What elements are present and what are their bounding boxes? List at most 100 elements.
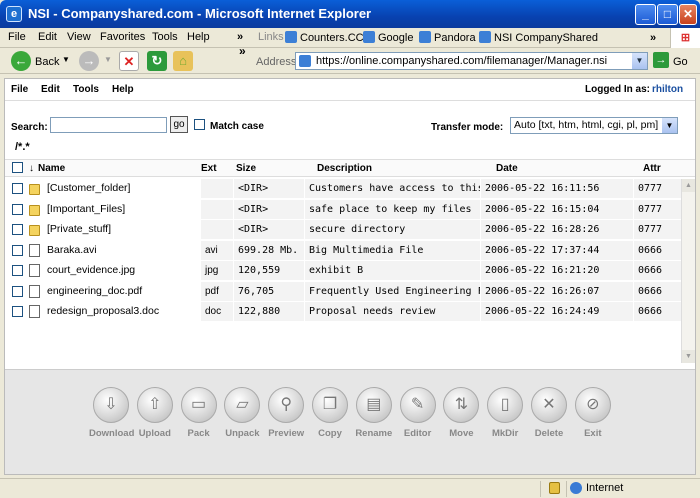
exit-button[interactable]: ⊘ Exit: [571, 387, 615, 439]
forward-dropdown-icon[interactable]: ▼: [104, 55, 112, 64]
file-name[interactable]: [Important_Files]: [43, 200, 200, 219]
pack-button[interactable]: ▭ Pack: [177, 387, 221, 439]
menu-chevron-icon[interactable]: »: [237, 31, 243, 43]
row-checkbox[interactable]: [12, 265, 23, 276]
download-button[interactable]: ⇩ Download: [89, 387, 134, 439]
row-checkbox[interactable]: [12, 306, 23, 317]
upload-icon: ⇧: [136, 387, 173, 423]
dropdown-arrow-icon[interactable]: ▼: [662, 118, 677, 133]
row-checkbox[interactable]: [12, 244, 23, 256]
links-chevron-icon[interactable]: »: [650, 28, 656, 48]
link-nsi-label: NSI CompanyShared: [494, 32, 598, 44]
row-checkbox[interactable]: [12, 183, 23, 194]
transfer-mode-select[interactable]: Auto [txt, htm, html, cgi, pl, pm] ▼: [510, 117, 678, 134]
menu-favorites[interactable]: Favorites: [100, 31, 145, 43]
table-row[interactable]: redesign_proposal3.doc doc 122,880 Proposal…: [5, 302, 681, 322]
minimize-button[interactable]: _: [635, 4, 656, 25]
file-name[interactable]: Baraka.avi: [43, 241, 200, 260]
editor-button[interactable]: ✎ Editor: [396, 387, 440, 439]
search-go-button[interactable]: go: [170, 116, 188, 133]
link-google-label: Google: [378, 32, 414, 44]
menu-view[interactable]: View: [67, 31, 91, 43]
menu-help[interactable]: Help: [187, 31, 210, 43]
mkdir-button[interactable]: ▯ MkDir: [483, 387, 527, 439]
stop-icon[interactable]: ✕: [119, 51, 139, 71]
scrollbar[interactable]: ▲ ▼: [681, 179, 695, 363]
transfer-mode-value: Auto [txt, htm, html, cgi, pl, pm]: [514, 119, 659, 131]
mkdir-icon: ▯: [487, 387, 524, 423]
select-all-checkbox[interactable]: [12, 162, 23, 173]
close-button[interactable]: ✕: [679, 4, 697, 25]
file-size: 122,880: [234, 302, 304, 321]
refresh-icon[interactable]: ↻: [147, 51, 167, 71]
col-size[interactable]: Size: [236, 163, 256, 174]
status-zone: Internet: [586, 482, 624, 494]
file-name[interactable]: [Private_stuff]: [43, 220, 200, 239]
col-date[interactable]: Date: [496, 163, 518, 174]
table-row[interactable]: [Customer_folder] <DIR> Customers have acc…: [5, 179, 681, 199]
file-date: 2006-05-22 16:24:49: [481, 302, 633, 321]
file-name[interactable]: court_evidence.jpg: [43, 261, 200, 280]
page-icon: [363, 31, 375, 43]
app-menu-edit[interactable]: Edit: [41, 84, 60, 95]
link-nsi[interactable]: NSI CompanyShared: [479, 28, 598, 48]
app-menu-help[interactable]: Help: [112, 84, 134, 95]
maximize-button[interactable]: □: [657, 4, 678, 25]
table-row[interactable]: [Important_Files] <DIR> safe place to keep…: [5, 199, 681, 220]
delete-button[interactable]: ✕ Delete: [527, 387, 571, 439]
sort-arrow-icon[interactable]: ↓: [29, 163, 34, 174]
link-pandora[interactable]: Pandora: [419, 28, 476, 48]
row-checkbox[interactable]: [12, 285, 23, 297]
back-dropdown-icon[interactable]: ▼: [62, 55, 70, 64]
back-label[interactable]: Back: [35, 56, 59, 68]
menu-tools[interactable]: Tools: [152, 31, 178, 43]
file-name[interactable]: redesign_proposal3.doc: [43, 302, 200, 321]
table-row[interactable]: [Private_stuff] <DIR> secure directory 2006…: [5, 220, 681, 240]
action-label: Delete: [534, 428, 564, 439]
back-arrow-icon[interactable]: ←: [11, 51, 31, 71]
move-icon: ⇅: [443, 387, 480, 423]
copy-button[interactable]: ❐ Copy: [308, 387, 352, 439]
image-file-icon: [29, 264, 40, 277]
col-description[interactable]: Description: [317, 163, 372, 174]
menu-file[interactable]: File: [8, 31, 26, 43]
logged-in-user[interactable]: rhilton: [652, 84, 683, 95]
forward-arrow-icon[interactable]: →: [79, 51, 99, 71]
upload-button[interactable]: ⇧ Upload: [133, 387, 177, 439]
rename-button[interactable]: ▤ Rename: [352, 387, 396, 439]
unpack-button[interactable]: ▱ Unpack: [220, 387, 264, 439]
folder-icon: [29, 225, 40, 236]
file-date: 2006-05-22 16:21:20: [481, 261, 633, 280]
go-arrow-icon[interactable]: →: [653, 52, 669, 68]
row-checkbox[interactable]: [12, 224, 23, 235]
menu-edit[interactable]: Edit: [38, 31, 57, 43]
app-menu-file[interactable]: File: [11, 84, 28, 95]
address-dropdown-icon[interactable]: ▼: [632, 53, 647, 69]
col-attr[interactable]: Attr: [643, 163, 661, 174]
scroll-down-icon[interactable]: ▼: [682, 350, 695, 363]
table-row[interactable]: Baraka.avi avi 699.28 Mb. Big Multimedia Fi…: [5, 240, 681, 261]
toolbar-chevron-icon[interactable]: »: [239, 44, 246, 58]
move-button[interactable]: ⇅ Move: [439, 387, 483, 439]
link-google[interactable]: Google: [363, 28, 413, 48]
home-icon[interactable]: ⌂: [173, 51, 193, 71]
address-bar[interactable]: https://online.companyshared.com/fileman…: [295, 52, 648, 70]
file-description: exhibit B: [305, 261, 480, 280]
scroll-up-icon[interactable]: ▲: [682, 179, 695, 192]
match-case-checkbox[interactable]: [194, 119, 205, 130]
link-counters[interactable]: Counters.CC: [285, 28, 364, 48]
table-row[interactable]: court_evidence.jpg jpg 120,559 exhibit B 200…: [5, 261, 681, 281]
col-ext[interactable]: Ext: [201, 163, 217, 174]
preview-button[interactable]: ⚲ Preview: [264, 387, 308, 439]
logged-in-label: Logged In as:: [585, 84, 650, 95]
col-name[interactable]: Name: [38, 163, 65, 174]
go-label[interactable]: Go: [673, 56, 688, 68]
file-name[interactable]: engineering_doc.pdf: [43, 282, 200, 301]
row-checkbox[interactable]: [12, 203, 23, 215]
app-menu-tools[interactable]: Tools: [73, 84, 99, 95]
search-input[interactable]: [50, 117, 167, 133]
folder-icon: [29, 184, 40, 195]
file-description: Customers have access to this: [305, 179, 480, 198]
table-row[interactable]: engineering_doc.pdf pdf 76,705 Frequently U…: [5, 281, 681, 302]
file-name[interactable]: [Customer_folder]: [43, 179, 200, 198]
